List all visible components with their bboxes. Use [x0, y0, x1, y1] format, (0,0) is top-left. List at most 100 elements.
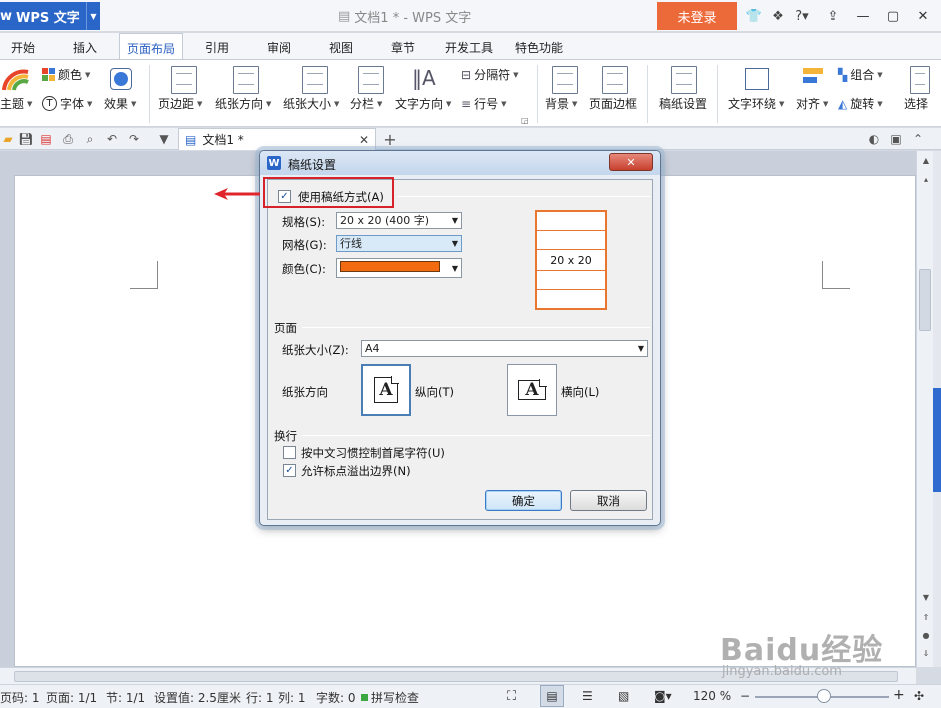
group-button[interactable]: ▚ 组合 ▼: [838, 66, 883, 83]
close-button[interactable]: ✕: [908, 5, 938, 27]
zoom-in-icon[interactable]: +: [893, 687, 905, 703]
dialog-launcher-icon[interactable]: ◲: [521, 116, 529, 125]
align-icon[interactable]: [803, 68, 823, 90]
tab-insert[interactable]: 插入: [73, 39, 97, 56]
redo-icon[interactable]: ↷: [126, 131, 142, 147]
grid-select[interactable]: 行线 ▼: [336, 235, 462, 252]
outline-view-icon[interactable]: ☰: [582, 689, 593, 703]
separator-button[interactable]: ⊟ 分隔符 ▼: [461, 66, 518, 83]
page-border-button[interactable]: 页面边框: [589, 95, 637, 112]
chevron-down-icon[interactable]: ▼: [86, 2, 100, 30]
orientation-icon[interactable]: [233, 66, 259, 94]
cancel-button[interactable]: 取消: [570, 490, 647, 511]
restore-layout-icon[interactable]: ⇪: [818, 5, 848, 27]
align-button[interactable]: 对齐 ▼: [796, 95, 828, 112]
select-icon[interactable]: [910, 66, 930, 94]
vertical-scrollbar[interactable]: ▲ ▴ ▼ ⇑ ● ⇓: [916, 151, 933, 667]
paper-size-button[interactable]: 纸张大小 ▼: [283, 95, 339, 112]
app-menu-button[interactable]: ᴡ WPS 文字 ▼: [0, 2, 100, 30]
dialog-title-bar[interactable]: W 稿纸设置 ✕: [260, 151, 660, 175]
paper-size-icon[interactable]: [302, 66, 328, 94]
zoom-out-icon[interactable]: −: [740, 689, 750, 703]
collapse-ribbon-icon[interactable]: ⌃: [910, 131, 926, 147]
theme-button[interactable]: 主题 ▼: [0, 95, 32, 112]
spell-check-toggle[interactable]: 拼写检查: [361, 689, 419, 706]
text-wrap-button[interactable]: 文字环绕 ▼: [728, 95, 784, 112]
minimize-button[interactable]: —: [848, 5, 878, 27]
document-tab[interactable]: ▤ 文档1 * ✕: [178, 128, 376, 150]
effect-button[interactable]: 效果 ▼: [104, 95, 136, 112]
color-button[interactable]: 颜色 ▼: [42, 66, 90, 83]
scroll-down-icon[interactable]: ▼: [920, 591, 932, 603]
font-button[interactable]: T 字体 ▼: [42, 95, 92, 112]
eye-protect-icon[interactable]: ◙▾: [654, 689, 672, 703]
grid-paper-icon[interactable]: [671, 66, 697, 94]
tab-review[interactable]: 审阅: [267, 39, 291, 56]
export-pdf-icon[interactable]: ▤: [38, 131, 54, 147]
next-page-icon[interactable]: ⇓: [920, 647, 932, 659]
select-button[interactable]: 选择: [904, 95, 928, 112]
background-button[interactable]: 背景 ▼: [545, 95, 577, 112]
tab-references[interactable]: 引用: [205, 39, 229, 56]
spec-select[interactable]: 20 x 20 (400 字) ▼: [336, 212, 462, 229]
chinese-rules-checkbox[interactable]: [283, 446, 296, 459]
text-direction-icon[interactable]: ‖A: [412, 66, 438, 94]
login-button[interactable]: 未登录: [657, 2, 737, 30]
prev-page-icon[interactable]: ⇑: [920, 611, 932, 623]
fullscreen-icon[interactable]: ⛶: [507, 689, 516, 704]
dialog-close-button[interactable]: ✕: [609, 153, 653, 171]
punctuation-overflow-checkbox[interactable]: ✓: [283, 464, 296, 477]
landscape-label[interactable]: 横向(L): [561, 384, 599, 400]
tab-chapter[interactable]: 章节: [391, 39, 415, 56]
open-icon[interactable]: ▰: [0, 131, 16, 147]
paper-size-select[interactable]: A4 ▼: [361, 340, 648, 357]
close-tab-icon[interactable]: ✕: [359, 133, 369, 147]
columns-button[interactable]: 分栏 ▼: [350, 95, 382, 112]
skin-icon[interactable]: 👕: [742, 5, 766, 27]
customize-dropdown-icon[interactable]: ▼: [156, 131, 172, 147]
maximize-button[interactable]: ▢: [878, 5, 908, 27]
tab-view[interactable]: 视图: [329, 39, 353, 56]
page-view-icon[interactable]: ▤: [540, 685, 564, 707]
text-direction-button[interactable]: 文字方向 ▼: [395, 95, 451, 112]
tab-page-layout[interactable]: 页面布局: [119, 33, 184, 60]
save-icon[interactable]: 💾︎: [18, 131, 34, 147]
tab-home[interactable]: 开始: [11, 39, 35, 56]
orientation-button[interactable]: 纸张方向 ▼: [215, 95, 271, 112]
portrait-label[interactable]: 纵向(T): [415, 384, 454, 400]
page-border-icon[interactable]: [602, 66, 628, 94]
help-icon[interactable]: ?▾: [790, 5, 814, 27]
doc-list-icon[interactable]: ▣: [888, 131, 904, 147]
color-select[interactable]: ▼: [336, 258, 462, 278]
web-view-icon[interactable]: ▧: [618, 689, 629, 703]
background-icon[interactable]: [552, 66, 578, 94]
new-tab-icon[interactable]: +: [382, 130, 398, 149]
portrait-option[interactable]: A: [361, 364, 411, 416]
scroll-up-icon[interactable]: ▴: [920, 173, 932, 185]
feedback-icon[interactable]: ❖: [766, 5, 790, 27]
rotate-button[interactable]: ◭ 旋转 ▼: [838, 95, 883, 112]
print-preview-icon[interactable]: ⌕: [82, 131, 98, 147]
landscape-option[interactable]: A: [507, 364, 557, 416]
doc-settings-icon[interactable]: ◐: [866, 131, 882, 147]
side-panel-toggle[interactable]: [933, 388, 941, 492]
effect-icon[interactable]: [110, 68, 132, 90]
margin-button[interactable]: 页边距 ▼: [158, 95, 202, 112]
tab-developer[interactable]: 开发工具: [445, 39, 493, 56]
line-number-button[interactable]: ≡ 行号 ▼: [461, 95, 506, 112]
undo-icon[interactable]: ↶: [104, 131, 120, 147]
expand-icon[interactable]: ✣: [914, 689, 924, 703]
margin-icon[interactable]: [171, 66, 197, 94]
scroll-thumb[interactable]: [919, 269, 931, 331]
print-icon[interactable]: ⎙: [60, 131, 76, 147]
zoom-level[interactable]: 120 %: [693, 689, 731, 703]
tab-special[interactable]: 特色功能: [515, 39, 563, 56]
theme-icon[interactable]: [2, 66, 30, 92]
columns-icon[interactable]: [358, 66, 384, 94]
scroll-top-icon[interactable]: ▲: [920, 154, 932, 166]
zoom-slider-handle[interactable]: [817, 689, 831, 703]
select-browse-icon[interactable]: ●: [920, 629, 932, 641]
grid-paper-settings-button[interactable]: 稿纸设置: [659, 95, 707, 112]
ok-button[interactable]: 确定: [485, 490, 562, 511]
wrap-icon[interactable]: [745, 68, 769, 90]
